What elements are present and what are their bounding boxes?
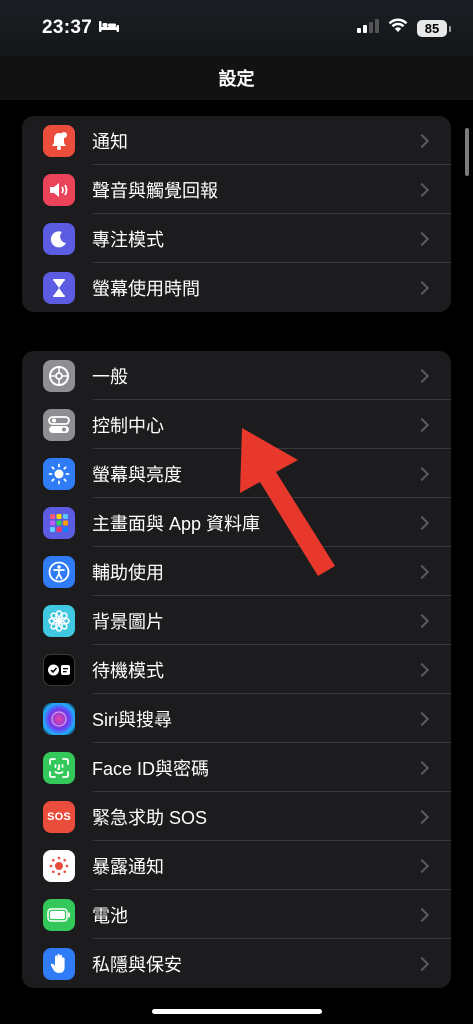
settings-row-notifications[interactable]: 通知 [22, 116, 451, 165]
settings-row-emergency-sos[interactable]: SOS 緊急求助 SOS [22, 792, 451, 841]
settings-row-label: 電池 [92, 905, 128, 926]
chevron-right-icon [414, 515, 430, 530]
settings-row-label: 待機模式 [92, 660, 164, 681]
settings-group-1: 通知 聲音與觸覺回報 專注模式 螢幕使用時間 [22, 116, 451, 312]
wifi-icon [388, 18, 408, 38]
status-bar: 23:37 85 [0, 0, 473, 56]
settings-row-label: Face ID與密碼 [92, 758, 210, 779]
battery-indicator: 85 [417, 19, 451, 37]
bed-icon [98, 19, 120, 38]
hourglass-icon [43, 271, 75, 304]
gear-icon [43, 359, 75, 392]
siri-icon [43, 702, 75, 735]
chevron-right-icon [414, 711, 430, 726]
settings-row-label: 通知 [92, 131, 128, 152]
settings-group-2: 一般 控制中心 螢幕與亮度 主畫面與 App 資料庫 輔助使用 背景圖片 待機模… [22, 351, 451, 988]
settings-row-label: 主畫面與 App 資料庫 [92, 513, 261, 534]
settings-row-siri-search[interactable]: Siri與搜尋 [22, 694, 451, 743]
hand-icon [43, 947, 75, 980]
page-title: 設定 [218, 69, 255, 89]
settings-row-privacy-security[interactable]: 私隱與保安 [22, 939, 451, 988]
chevron-right-icon [414, 662, 430, 677]
chevron-right-icon [414, 564, 430, 579]
chevron-right-icon [414, 907, 430, 922]
chevron-right-icon [414, 280, 430, 295]
settings-row-label: 控制中心 [92, 415, 164, 436]
settings-row-label: Siri與搜尋 [92, 709, 172, 730]
settings-row-label: 緊急求助 SOS [92, 807, 208, 828]
moon-icon [43, 222, 75, 255]
settings-row-face-id[interactable]: Face ID與密碼 [22, 743, 451, 792]
navigation-bar: 設定 [0, 56, 473, 100]
flower-icon [43, 604, 75, 637]
chevron-right-icon [414, 809, 430, 824]
chevron-right-icon [414, 956, 430, 971]
face-id-icon [43, 751, 75, 784]
home-indicator[interactable] [152, 1009, 322, 1014]
settings-row-label: 背景圖片 [92, 611, 164, 632]
settings-row-label: 輔助使用 [92, 562, 164, 583]
settings-row-exposure-notifications[interactable]: 暴露通知 [22, 841, 451, 890]
sos-icon-text: SOS [47, 810, 71, 823]
chevron-right-icon [414, 613, 430, 628]
settings-row-general[interactable]: 一般 [22, 351, 451, 400]
chevron-right-icon [414, 417, 430, 432]
settings-row-label: 暴露通知 [92, 856, 164, 877]
settings-row-display-brightness[interactable]: 螢幕與亮度 [22, 449, 451, 498]
brightness-icon [43, 457, 75, 490]
settings-row-label: 螢幕使用時間 [92, 278, 200, 299]
settings-row-sounds[interactable]: 聲音與觸覺回報 [22, 165, 451, 214]
chevron-right-icon [414, 760, 430, 775]
settings-row-battery[interactable]: 電池 [22, 890, 451, 939]
settings-row-wallpaper[interactable]: 背景圖片 [22, 596, 451, 645]
app-grid-icon [43, 506, 75, 539]
battery-icon [43, 898, 75, 931]
chevron-right-icon [414, 231, 430, 246]
settings-row-accessibility[interactable]: 輔助使用 [22, 547, 451, 596]
chevron-right-icon [414, 466, 430, 481]
chevron-right-icon [414, 133, 430, 148]
settings-row-label: 專注模式 [92, 229, 164, 250]
settings-row-label: 螢幕與亮度 [92, 464, 182, 485]
settings-row-label: 一般 [92, 366, 128, 387]
settings-row-label: 私隱與保安 [92, 954, 182, 975]
sos-icon: SOS [43, 800, 75, 833]
speaker-icon [43, 173, 75, 206]
settings-row-label: 聲音與觸覺回報 [92, 180, 218, 201]
bell-icon [43, 124, 75, 157]
status-time: 23:37 [42, 17, 93, 38]
settings-row-standby[interactable]: 待機模式 [22, 645, 451, 694]
chevron-right-icon [414, 182, 430, 197]
settings-row-focus[interactable]: 專注模式 [22, 214, 451, 263]
exposure-icon [43, 849, 75, 882]
cellular-signal-icon [357, 18, 379, 38]
settings-row-screen-time[interactable]: 螢幕使用時間 [22, 263, 451, 312]
toggles-icon [43, 408, 75, 441]
settings-row-control-center[interactable]: 控制中心 [22, 400, 451, 449]
settings-row-home-screen[interactable]: 主畫面與 App 資料庫 [22, 498, 451, 547]
chevron-right-icon [414, 368, 430, 383]
chevron-right-icon [414, 858, 430, 873]
standby-icon [43, 653, 75, 686]
accessibility-icon [43, 555, 75, 588]
scroll-indicator[interactable] [465, 128, 469, 176]
